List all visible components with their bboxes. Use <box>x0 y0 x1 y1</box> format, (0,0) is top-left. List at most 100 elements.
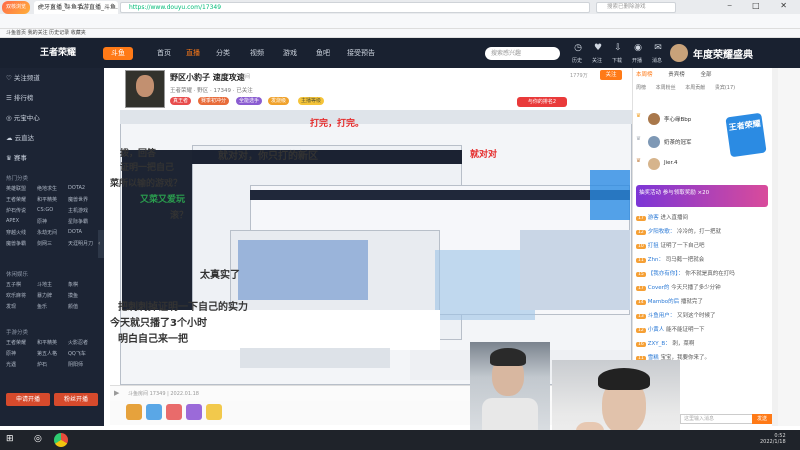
sidebar-game-link[interactable]: 发现 <box>6 303 16 310</box>
fan-broadcast-button[interactable]: 粉丝开播 <box>54 393 98 406</box>
sidebar-game-link[interactable]: 永劫无间 <box>37 229 57 236</box>
promo-banner[interactable]: 抽奖活动 参与领取奖励 ×20 <box>636 185 768 207</box>
rank-tabs[interactable]: 本周榜 贵宾榜 全部 <box>636 70 712 78</box>
gift-icon[interactable] <box>146 404 162 420</box>
play-icon[interactable]: ▶ <box>114 389 119 397</box>
sidebar-game-link[interactable]: 炉石传说 <box>6 207 26 214</box>
window-controls[interactable]: ⎯ □ ✕ <box>728 1 796 11</box>
chat-username[interactable]: Cover的 <box>648 285 670 291</box>
event-banner[interactable]: 年度荣耀盛典 <box>693 46 753 61</box>
chat-username[interactable]: Zhn： <box>648 257 664 263</box>
nav-game[interactable]: 游戏 <box>283 48 297 58</box>
nav-preview[interactable]: 接受预告 <box>347 48 375 58</box>
apply-broadcast-button[interactable]: 申请开播 <box>6 393 50 406</box>
sidebar-game-link[interactable]: 炉石 <box>37 361 47 368</box>
chat-username[interactable]: ZXY_B： <box>648 341 671 347</box>
sidebar-game-link[interactable]: 阴阳师 <box>68 361 83 368</box>
history-icon[interactable]: ◷ <box>572 43 584 55</box>
chat-message[interactable]: 17 Cover的 今天只播了多少分钟 <box>636 283 770 291</box>
gift-icon[interactable] <box>206 404 222 420</box>
sidebar-item-rank[interactable]: ☰ 排行榜 <box>6 92 33 102</box>
chat-message[interactable]: 16 ZXY_B： 刺，菜啊 <box>636 339 770 347</box>
room-tag[interactable]: 主播等级 <box>298 97 325 105</box>
home-icon[interactable]: ⌂ <box>76 2 86 12</box>
sidebar-game-link[interactable]: 天涯明月刀 <box>68 240 93 247</box>
subtab-week[interactable]: 周榜 <box>636 85 646 91</box>
broadcast-icon[interactable]: ◉ <box>632 43 644 55</box>
sidebar-game-link[interactable]: 象棋 <box>68 281 78 288</box>
sidebar-game-link[interactable]: 第五人格 <box>37 350 57 357</box>
gift-icon[interactable] <box>186 404 202 420</box>
subtab-vip[interactable]: 贵宾(17) <box>715 85 735 91</box>
sidebar-game-link[interactable]: 剑网三 <box>37 240 52 247</box>
sidebar-item-cloud[interactable]: ☁ 云直达 <box>6 132 34 142</box>
bookmarks-bar[interactable]: 斗鱼首页 我的关注 历史记录 收藏夹 <box>0 29 800 38</box>
sidebar-item-yuanbao[interactable]: ◎ 元宝中心 <box>6 112 40 122</box>
nav-category[interactable]: 分类 <box>216 48 230 58</box>
sidebar-game-link[interactable]: DOTA <box>68 229 82 235</box>
streamer-avatar[interactable] <box>125 70 165 108</box>
rank-subtabs[interactable]: 周榜 本周粉丝 本周贡献 贵宾(17) <box>636 84 735 96</box>
start-menu-icon[interactable]: ⊞ <box>6 434 18 446</box>
sidebar-game-link[interactable]: DOTA2 <box>68 185 85 191</box>
sidebar-game-link[interactable]: 英雄联盟 <box>6 185 26 192</box>
gift-icon[interactable] <box>166 404 182 420</box>
chat-username[interactable]: 斗鱼用户： <box>648 313 676 319</box>
rank-badge[interactable]: 与你的排名2 <box>517 97 567 107</box>
subtab-fans[interactable]: 本周粉丝 <box>656 85 676 91</box>
sidebar-game-link[interactable]: 王者荣耀 <box>6 339 26 346</box>
gift-icon[interactable] <box>126 404 142 420</box>
sidebar-game-link[interactable]: 原神 <box>37 218 47 225</box>
sidebar-game-link[interactable]: 暴力牌 <box>37 292 52 299</box>
nav-live[interactable]: 直播 <box>186 48 200 58</box>
tab-all[interactable]: 全部 <box>701 72 712 78</box>
sidebar-game-link[interactable]: QQ飞车 <box>68 350 86 357</box>
sidebar-game-link[interactable]: 火影忍者 <box>68 339 88 346</box>
chat-message[interactable]: 13 斗鱼用户： 又到这个时候了 <box>636 311 770 319</box>
sidebar-game-link[interactable]: 穿越火线 <box>6 229 26 236</box>
chat-message[interactable]: 17 游客 进入直播间 <box>636 213 770 221</box>
chat-message[interactable]: 11 Zhn： 司马懿一把就会 <box>636 255 770 263</box>
sidebar-game-link[interactable]: 王者荣耀 <box>6 196 26 203</box>
rank-row[interactable]: ♛ Jier.4 <box>636 158 726 174</box>
rank-promo-badge[interactable]: 王者荣耀 <box>725 112 767 158</box>
sidebar-game-link[interactable]: 斗地主 <box>37 281 52 288</box>
room-tag[interactable]: 赛季初冲分 <box>198 97 230 105</box>
chat-username[interactable]: Mambo的后 <box>648 299 679 305</box>
chat-message[interactable]: 10 打狙 证明了一下自己吧 <box>636 241 770 249</box>
url-input[interactable]: https://www.douyu.com/17349 <box>120 2 590 13</box>
forward-icon[interactable]: › <box>48 2 58 12</box>
back-icon[interactable]: ‹ <box>34 2 44 12</box>
message-icon[interactable]: ✉ <box>652 43 664 55</box>
subtab-contrib[interactable]: 本周贡献 <box>685 85 705 91</box>
browser-taskbar-icon[interactable] <box>54 433 68 447</box>
refresh-icon[interactable]: ↻ <box>62 2 72 12</box>
sidebar-game-link[interactable]: 颜值 <box>68 303 78 310</box>
sidebar-game-link[interactable]: 五子棋 <box>6 281 21 288</box>
video-player[interactable]: 打完，打完。 就对对，你只打的新区 就对对 证明一把自己 菜所以输的游戏？ 又菜… <box>110 110 632 385</box>
sidebar-item-match[interactable]: ♛ 赛事 <box>6 152 27 162</box>
sidebar-game-link[interactable]: 欢乐麻将 <box>6 292 26 299</box>
sidebar-game-link[interactable]: 和平精英 <box>37 339 57 346</box>
chat-message[interactable]: 14 Mambo的后 播就完了 <box>636 297 770 305</box>
chat-username[interactable]: 【我亦有你】： <box>648 271 684 277</box>
sidebar-game-link[interactable]: 主机游戏 <box>68 207 88 214</box>
follow-button[interactable]: 关注 <box>600 70 622 80</box>
nav-home[interactable]: 首页 <box>157 48 171 58</box>
follow-icon[interactable]: ♥ <box>592 43 604 55</box>
sidebar-game-link[interactable]: 星际争霸 <box>68 218 88 225</box>
task-view-icon[interactable]: ◎ <box>34 434 46 446</box>
rank-row[interactable]: ♛ 李心缘Bbp <box>636 113 726 129</box>
chat-username[interactable]: 小黄人 <box>648 327 665 333</box>
room-tag[interactable]: 发烧级 <box>268 97 290 105</box>
send-button[interactable]: 发送 <box>752 414 772 424</box>
sidebar-game-link[interactable]: APEX <box>6 218 19 224</box>
site-logo[interactable]: 王者荣耀 <box>40 45 100 61</box>
browser-search-input[interactable]: 搜索已删除游戏 <box>596 2 676 13</box>
sidebar-game-link[interactable]: CS:GO <box>37 207 53 213</box>
chat-message[interactable]: 12 小黄人 能不能证明一下 <box>636 325 770 333</box>
tab-vip-rank[interactable]: 贵宾榜 <box>668 72 685 78</box>
chat-message[interactable]: 15 【我亦有你】： 你不就是真的在打吗 <box>636 269 770 277</box>
sidebar-game-link[interactable]: 光遇 <box>6 361 16 368</box>
sidebar-game-link[interactable]: 魔兽争霸 <box>6 240 26 247</box>
